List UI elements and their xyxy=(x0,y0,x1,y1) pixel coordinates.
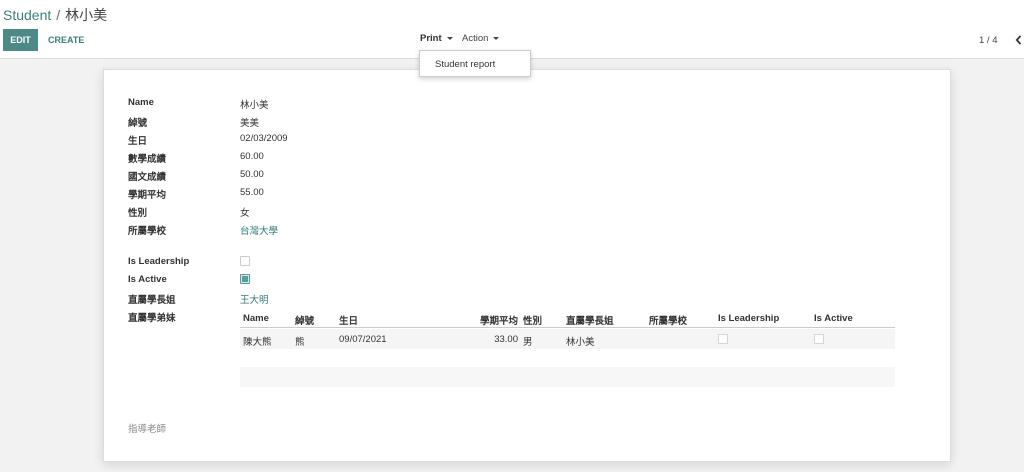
field-label-birthday: 生日 xyxy=(128,136,148,147)
create-button[interactable]: CREATE xyxy=(44,29,88,51)
field-value-birthday: 02/03/2009 xyxy=(240,133,288,144)
field-value-name: 林小美 xyxy=(240,100,269,111)
print-dropdown-menu: Student report xyxy=(419,50,531,77)
chevron-left-icon xyxy=(1015,35,1022,45)
cell-is-leadership-checkbox xyxy=(718,334,728,344)
field-label-name: Name xyxy=(128,97,154,108)
table-row[interactable]: 陳大熊 熊 09/07/2021 33.00 男 林小美 xyxy=(240,329,895,349)
cell-birthday: 09/07/2021 xyxy=(339,334,387,345)
cell-nickname: 熊 xyxy=(295,337,305,348)
field-label-nickname: 綽號 xyxy=(128,118,148,129)
field-label-school: 所屬學校 xyxy=(128,226,167,237)
column-header-nickname[interactable]: 綽號 xyxy=(295,313,314,327)
field-label-math-score: 數學成績 xyxy=(128,154,167,165)
field-label-chinese-score: 國文成績 xyxy=(128,172,167,183)
field-label-gender: 性別 xyxy=(128,208,148,219)
is-active-checkbox[interactable] xyxy=(240,274,250,284)
cell-gender: 男 xyxy=(523,337,533,348)
cell-semester-average: 33.00 xyxy=(494,334,518,345)
print-dropdown-toggle[interactable]: Print xyxy=(420,33,453,44)
form-sheet: Name 林小美 綽號 美美 生日 02/03/2009 數學成績 60.00 … xyxy=(103,69,951,462)
column-header-senior[interactable]: 直屬學長姐 xyxy=(566,313,614,327)
field-label-juniors: 直屬學弟妹 xyxy=(128,313,176,324)
cell-name: 陳大熊 xyxy=(243,337,272,348)
breadcrumb-parent-link[interactable]: Student xyxy=(3,7,51,23)
field-value-nickname: 美美 xyxy=(240,118,260,129)
print-menu-item-student-report[interactable]: Student report xyxy=(435,59,495,70)
field-label-advisor: 指導老師 xyxy=(128,424,167,435)
table-header: Name 綽號 生日 學期平均 性別 直屬學長姐 所屬學校 Is Leaders… xyxy=(240,309,895,328)
field-label-is-active: Is Active xyxy=(128,274,167,285)
pager-previous-button[interactable] xyxy=(1013,30,1024,50)
field-value-math-score: 60.00 xyxy=(240,151,264,162)
breadcrumb-separator: / xyxy=(56,7,61,23)
caret-down-icon xyxy=(493,37,500,40)
field-label-semester-average: 學期平均 xyxy=(128,190,167,201)
cell-senior: 林小美 xyxy=(566,337,595,348)
action-label: Action xyxy=(462,33,489,44)
column-header-gender[interactable]: 性別 xyxy=(523,313,542,327)
is-leadership-checkbox[interactable] xyxy=(240,256,250,266)
field-label-is-leadership: Is Leadership xyxy=(128,256,190,267)
column-header-name[interactable]: Name xyxy=(243,313,269,324)
field-value-senior-link[interactable]: 王大明 xyxy=(240,292,269,306)
edit-button[interactable]: EDIT xyxy=(3,29,38,51)
column-header-school[interactable]: 所屬學校 xyxy=(649,313,687,327)
field-value-school-link[interactable]: 台灣大學 xyxy=(240,223,278,237)
breadcrumb-current: 林小美 xyxy=(65,7,108,23)
table-empty-row xyxy=(240,367,895,387)
column-header-semester-average[interactable]: 學期平均 xyxy=(472,313,518,327)
field-value-semester-average: 55.00 xyxy=(240,187,264,198)
caret-down-icon xyxy=(446,37,453,40)
field-value-chinese-score: 50.00 xyxy=(240,169,264,180)
print-label: Print xyxy=(420,33,442,44)
field-value-gender: 女 xyxy=(240,208,250,219)
column-header-birthday[interactable]: 生日 xyxy=(339,313,358,327)
column-header-is-active[interactable]: Is Active xyxy=(814,313,853,324)
breadcrumb: Student / 林小美 xyxy=(3,5,107,25)
field-label-senior: 直屬學長姐 xyxy=(128,295,176,306)
pager-value[interactable]: 1 / 4 xyxy=(979,35,998,46)
action-dropdown-toggle[interactable]: Action xyxy=(462,33,500,44)
cell-is-active-checkbox xyxy=(814,334,824,344)
column-header-is-leadership[interactable]: Is Leadership xyxy=(718,313,779,324)
